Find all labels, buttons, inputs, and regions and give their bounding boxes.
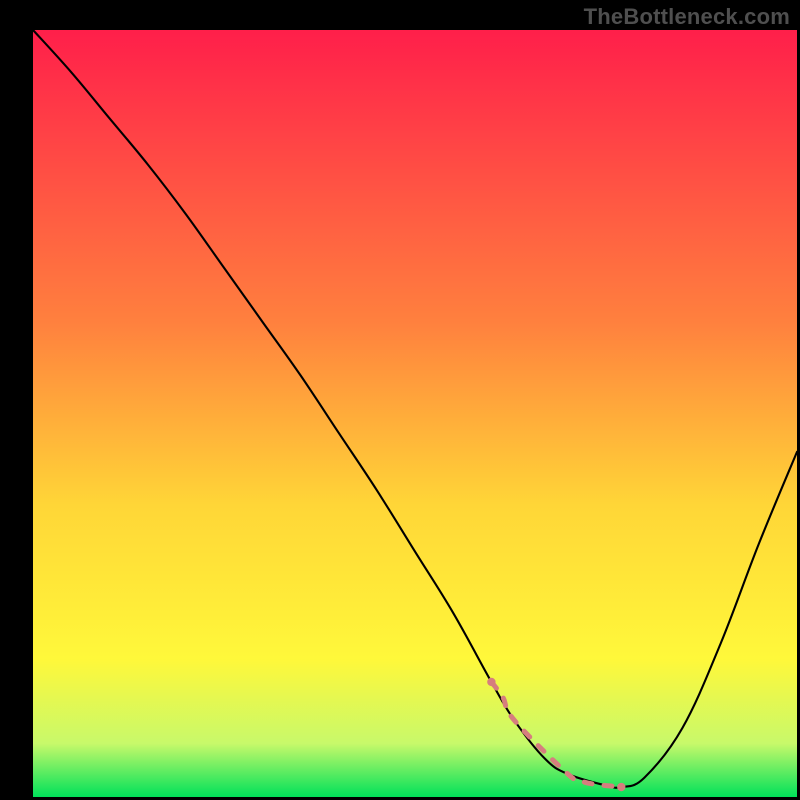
- chart-background-gradient: [33, 30, 797, 797]
- bottleneck-chart-container: TheBottleneck.com: [0, 0, 800, 800]
- highlight-endpoint: [617, 783, 625, 791]
- watermark-label: TheBottleneck.com: [584, 4, 790, 30]
- chart-svg: [0, 0, 800, 800]
